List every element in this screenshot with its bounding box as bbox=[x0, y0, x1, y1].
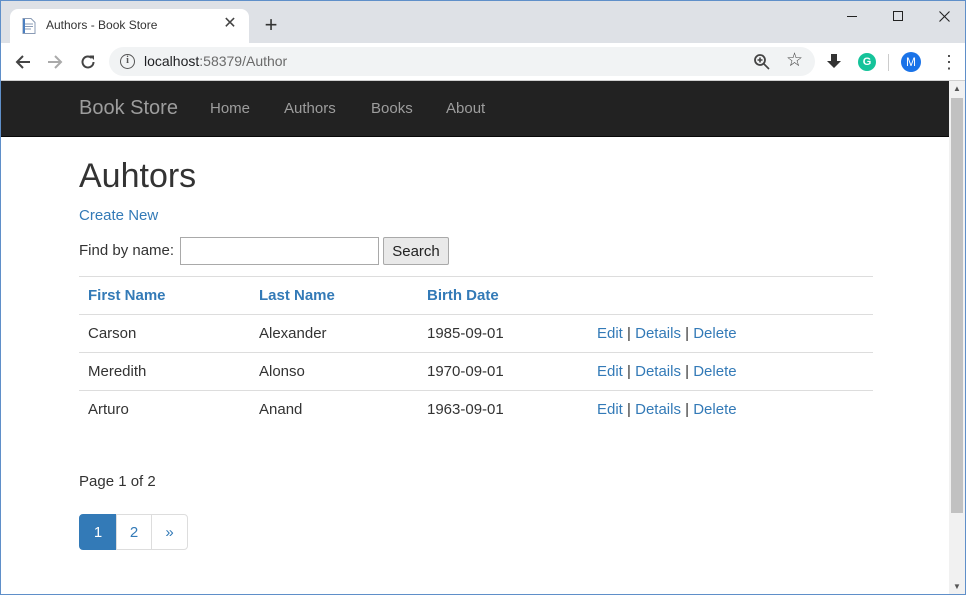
action-separator: | bbox=[627, 363, 631, 380]
navbar-brand[interactable]: Book Store bbox=[79, 97, 178, 120]
grammarly-icon[interactable]: G bbox=[858, 53, 876, 71]
nav-link-home[interactable]: Home bbox=[210, 100, 250, 117]
sort-birth-date-link[interactable]: Birth Date bbox=[427, 287, 499, 304]
cell-last-name: Alonso bbox=[250, 352, 418, 391]
edit-link[interactable]: Edit bbox=[597, 401, 623, 418]
page-viewport: Book Store Home Authors Books About Auht… bbox=[1, 81, 949, 594]
table-row: Meredith Alonso 1970-09-01 Edit | Detail… bbox=[79, 352, 873, 391]
header-birth-date: Birth Date bbox=[418, 276, 588, 315]
browser-tab[interactable]: Authors - Book Store ✕ bbox=[10, 9, 249, 43]
scrollbar-thumb[interactable] bbox=[951, 98, 963, 513]
cell-actions: Edit | Details | Delete bbox=[588, 352, 873, 391]
scroll-up-icon[interactable]: ▲ bbox=[949, 81, 965, 97]
cell-last-name: Alexander bbox=[250, 314, 418, 353]
delete-link[interactable]: Delete bbox=[693, 325, 736, 342]
action-separator: | bbox=[685, 363, 690, 380]
window-close-icon[interactable] bbox=[921, 1, 965, 31]
page-scrollbar[interactable]: ▲ ▼ bbox=[949, 81, 965, 594]
header-first-name: First Name bbox=[79, 276, 250, 315]
action-separator: | bbox=[685, 325, 690, 342]
cell-birth-date: 1985-09-01 bbox=[418, 314, 588, 353]
browser-window: Authors - Book Store ✕ + i localhost:583… bbox=[0, 0, 966, 595]
zoom-icon[interactable] bbox=[753, 53, 771, 71]
search-button[interactable]: Search bbox=[383, 237, 449, 265]
scroll-down-icon[interactable]: ▼ bbox=[949, 579, 965, 594]
nav-link-books[interactable]: Books bbox=[371, 100, 413, 117]
nav-link-authors[interactable]: Authors bbox=[284, 100, 336, 117]
cell-first-name: Arturo bbox=[79, 390, 250, 429]
url-text: localhost:58379/Author bbox=[144, 53, 287, 69]
url-host: localhost bbox=[144, 53, 200, 69]
tab-title: Authors - Book Store bbox=[46, 18, 158, 32]
next-page-button[interactable]: » bbox=[151, 514, 188, 550]
delete-link[interactable]: Delete bbox=[693, 363, 736, 380]
table-row: Arturo Anand 1963-09-01 Edit | Details |… bbox=[79, 390, 873, 429]
reload-icon[interactable] bbox=[77, 51, 99, 73]
page-favicon-icon bbox=[22, 18, 36, 34]
pagination: 1 2 » bbox=[79, 514, 188, 550]
action-separator: | bbox=[685, 401, 690, 419]
maximize-icon[interactable] bbox=[875, 1, 921, 31]
edit-link[interactable]: Edit bbox=[597, 325, 623, 342]
search-input[interactable] bbox=[180, 237, 379, 265]
header-last-name: Last Name bbox=[250, 276, 418, 315]
bookmark-star-icon[interactable]: ☆ bbox=[786, 51, 803, 71]
toolbar-divider bbox=[888, 54, 889, 71]
cell-birth-date: 1970-09-01 bbox=[418, 352, 588, 391]
details-link[interactable]: Details bbox=[635, 363, 681, 380]
details-link[interactable]: Details bbox=[635, 401, 681, 418]
download-icon[interactable] bbox=[825, 53, 843, 71]
find-by-name-label: Find by name: bbox=[79, 242, 175, 259]
browser-toolbar: i localhost:58379/Author ☆ G M ⋮ bbox=[1, 43, 965, 81]
tab-strip: Authors - Book Store ✕ + bbox=[1, 1, 965, 43]
page-2-button[interactable]: 2 bbox=[116, 514, 152, 550]
cell-birth-date: 1963-09-01 bbox=[418, 390, 588, 429]
create-new-link[interactable]: Create New bbox=[79, 207, 158, 224]
nav-link-about[interactable]: About bbox=[446, 100, 485, 117]
table-header-row: First Name Last Name Birth Date bbox=[79, 276, 873, 315]
table-row: Carson Alexander 1985-09-01 Edit | Detai… bbox=[79, 314, 873, 353]
site-navbar: Book Store Home Authors Books About bbox=[1, 81, 949, 137]
details-link[interactable]: Details bbox=[635, 325, 681, 342]
action-separator: | bbox=[627, 325, 631, 342]
profile-avatar[interactable]: M bbox=[901, 52, 921, 72]
cell-last-name: Anand bbox=[250, 390, 418, 429]
page-info: Page 1 of 2 bbox=[79, 473, 156, 490]
page-1-button[interactable]: 1 bbox=[79, 514, 117, 550]
sort-first-name-link[interactable]: First Name bbox=[88, 287, 166, 304]
cell-actions: Edit | Details | Delete bbox=[588, 314, 873, 353]
header-actions bbox=[588, 276, 873, 315]
url-path: :58379/Author bbox=[199, 53, 288, 69]
new-tab-icon[interactable]: + bbox=[260, 14, 282, 36]
page-title: Auhtors bbox=[79, 157, 197, 195]
cell-first-name: Meredith bbox=[79, 352, 250, 391]
authors-table: First Name Last Name Birth Date Carson A… bbox=[79, 276, 873, 429]
address-bar[interactable]: i localhost:58379/Author ☆ bbox=[109, 47, 815, 76]
site-info-icon[interactable]: i bbox=[120, 54, 135, 69]
forward-arrow-icon[interactable] bbox=[44, 51, 66, 73]
edit-link[interactable]: Edit bbox=[597, 363, 623, 380]
cell-actions: Edit | Details | Delete bbox=[588, 390, 873, 429]
tab-close-icon[interactable]: ✕ bbox=[221, 15, 239, 33]
delete-link[interactable]: Delete bbox=[693, 401, 736, 418]
action-separator: | bbox=[627, 401, 631, 419]
back-arrow-icon[interactable] bbox=[12, 51, 34, 73]
cell-first-name: Carson bbox=[79, 314, 250, 353]
minimize-icon[interactable] bbox=[829, 1, 875, 31]
browser-menu-icon[interactable]: ⋮ bbox=[940, 53, 958, 71]
sort-last-name-link[interactable]: Last Name bbox=[259, 287, 335, 304]
